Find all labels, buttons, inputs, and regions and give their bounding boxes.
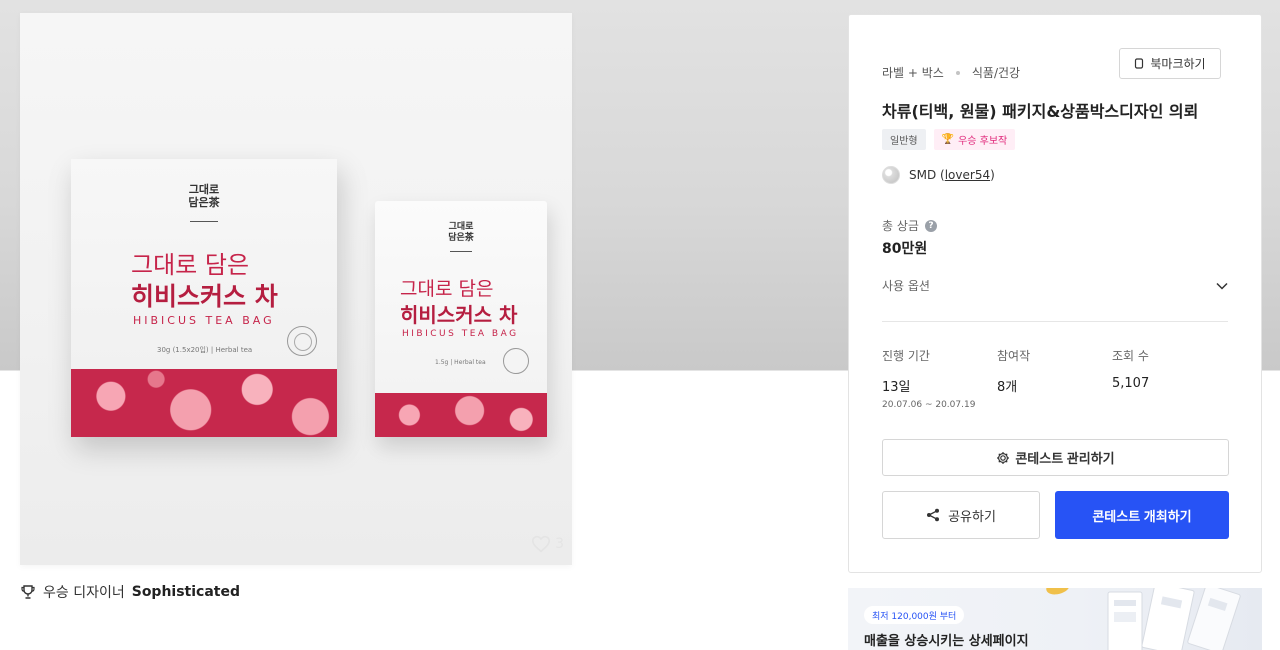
bookmark-button[interactable]: 북마크하기 (1119, 48, 1221, 79)
contest-info-card: 라벨 + 박스 식품/건강 북마크하기 차류(티백, 원물) 패키지&상품박스디… (848, 14, 1262, 573)
prize-label: 총 상금 ? (882, 217, 937, 234)
designer-info[interactable]: SMD (lover54) (882, 166, 995, 184)
pouch-title-line1: 그대로 담은 (400, 278, 494, 300)
pouch-spec: 1.5g | Herbal tea (435, 359, 486, 366)
share-icon (927, 508, 940, 522)
manage-contest-button[interactable]: 콘테스트 관리하기 (882, 439, 1229, 476)
stat-duration: 진행 기간 13일 20.07.06 ~ 20.07.19 (882, 349, 976, 410)
like-button[interactable]: 3 (531, 535, 564, 553)
contest-type-badge: 일반형 (882, 129, 926, 150)
box-brand: 그대로 담은茶 (188, 183, 220, 209)
designer-name: SMD (909, 168, 937, 182)
category-sub[interactable]: 식품/건강 (972, 64, 1020, 81)
gear-icon (997, 451, 1010, 464)
category-breadcrumb: 라벨 + 박스 식품/건강 (882, 64, 1020, 81)
winner-name[interactable]: Sophisticated (132, 584, 240, 600)
badge-row: 일반형 🏆 우승 후보작 (882, 129, 1016, 150)
bookmark-icon (1135, 58, 1144, 69)
trophy-icon: 🏆 (941, 134, 955, 145)
pouch-title-line2: 히비스커스 차 (400, 303, 518, 327)
options-label: 사용 옵션 (882, 279, 930, 293)
like-count: 3 (555, 536, 564, 552)
category-separator (955, 70, 960, 75)
trophy-icon (21, 585, 35, 599)
box-emblem-icon (287, 326, 317, 356)
pouch-emblem-icon (503, 348, 529, 374)
box-brand-divider (190, 221, 218, 222)
pouch-brand-divider (450, 251, 472, 252)
help-icon[interactable]: ? (924, 219, 937, 232)
box-title-line2: 히비스커스 차 (131, 282, 278, 311)
box-flower-pattern (71, 369, 337, 437)
decorative-egg-icon (1044, 588, 1072, 597)
contest-title: 차류(티백, 원물) 패키지&상품박스디자인 의뢰 (882, 102, 1199, 121)
box-english-name: HIBICUS TEA BAG (133, 314, 275, 327)
share-button[interactable]: 공유하기 (882, 491, 1040, 539)
prize-value: 80만원 (882, 241, 928, 257)
tea-box-product: 그대로 담은茶 그대로 담은 히비스커스 차 HIBICUS TEA BAG 3… (71, 159, 337, 437)
contest-stats: 진행 기간 13일 20.07.06 ~ 20.07.19 참여작 8개 조회 … (882, 347, 1228, 410)
stat-views: 조회 수 5,107 (1112, 349, 1150, 391)
award-candidate-badge: 🏆 우승 후보작 (933, 129, 1016, 150)
pouch-brand: 그대로 담은茶 (448, 222, 474, 243)
designer-handle[interactable]: lover54 (945, 168, 990, 182)
box-spec: 30g (1.5x20입) | Herbal tea (157, 346, 253, 354)
banner-illustration (1107, 588, 1241, 650)
heart-icon (532, 535, 551, 553)
banner-headline: 매출을 상승시키는 상세페이지 (864, 634, 1029, 649)
pouch-flower-pattern (375, 393, 547, 437)
pouch-english-name: HIBICUS TEA BAG (402, 329, 519, 339)
tea-pouch-product: 그대로 담은茶 그대로 담은 히비스커스 차 HIBICUS TEA BAG 1… (375, 201, 547, 437)
banner-price-tag: 최저 120,000원 부터 (864, 606, 965, 624)
box-title-line1: 그대로 담은 (131, 251, 250, 279)
stat-entries: 참여작 8개 (997, 349, 1031, 395)
winner-designer: 우승 디자이너 Sophisticated (20, 582, 240, 602)
host-contest-button[interactable]: 콘테스트 개최하기 (1055, 491, 1229, 539)
category-main[interactable]: 라벨 + 박스 (882, 64, 944, 81)
chevron-down-icon (1216, 282, 1228, 290)
options-dropdown[interactable]: 사용 옵션 (882, 277, 1228, 294)
divider (882, 321, 1228, 322)
promo-banner[interactable]: 최저 120,000원 부터 매출을 상승시키는 상세페이지 (848, 588, 1262, 650)
avatar (882, 166, 900, 184)
winner-label: 우승 디자이너 (43, 585, 125, 601)
contest-hero-image[interactable]: 그대로 담은茶 그대로 담은 히비스커스 차 HIBICUS TEA BAG 3… (20, 13, 572, 565)
